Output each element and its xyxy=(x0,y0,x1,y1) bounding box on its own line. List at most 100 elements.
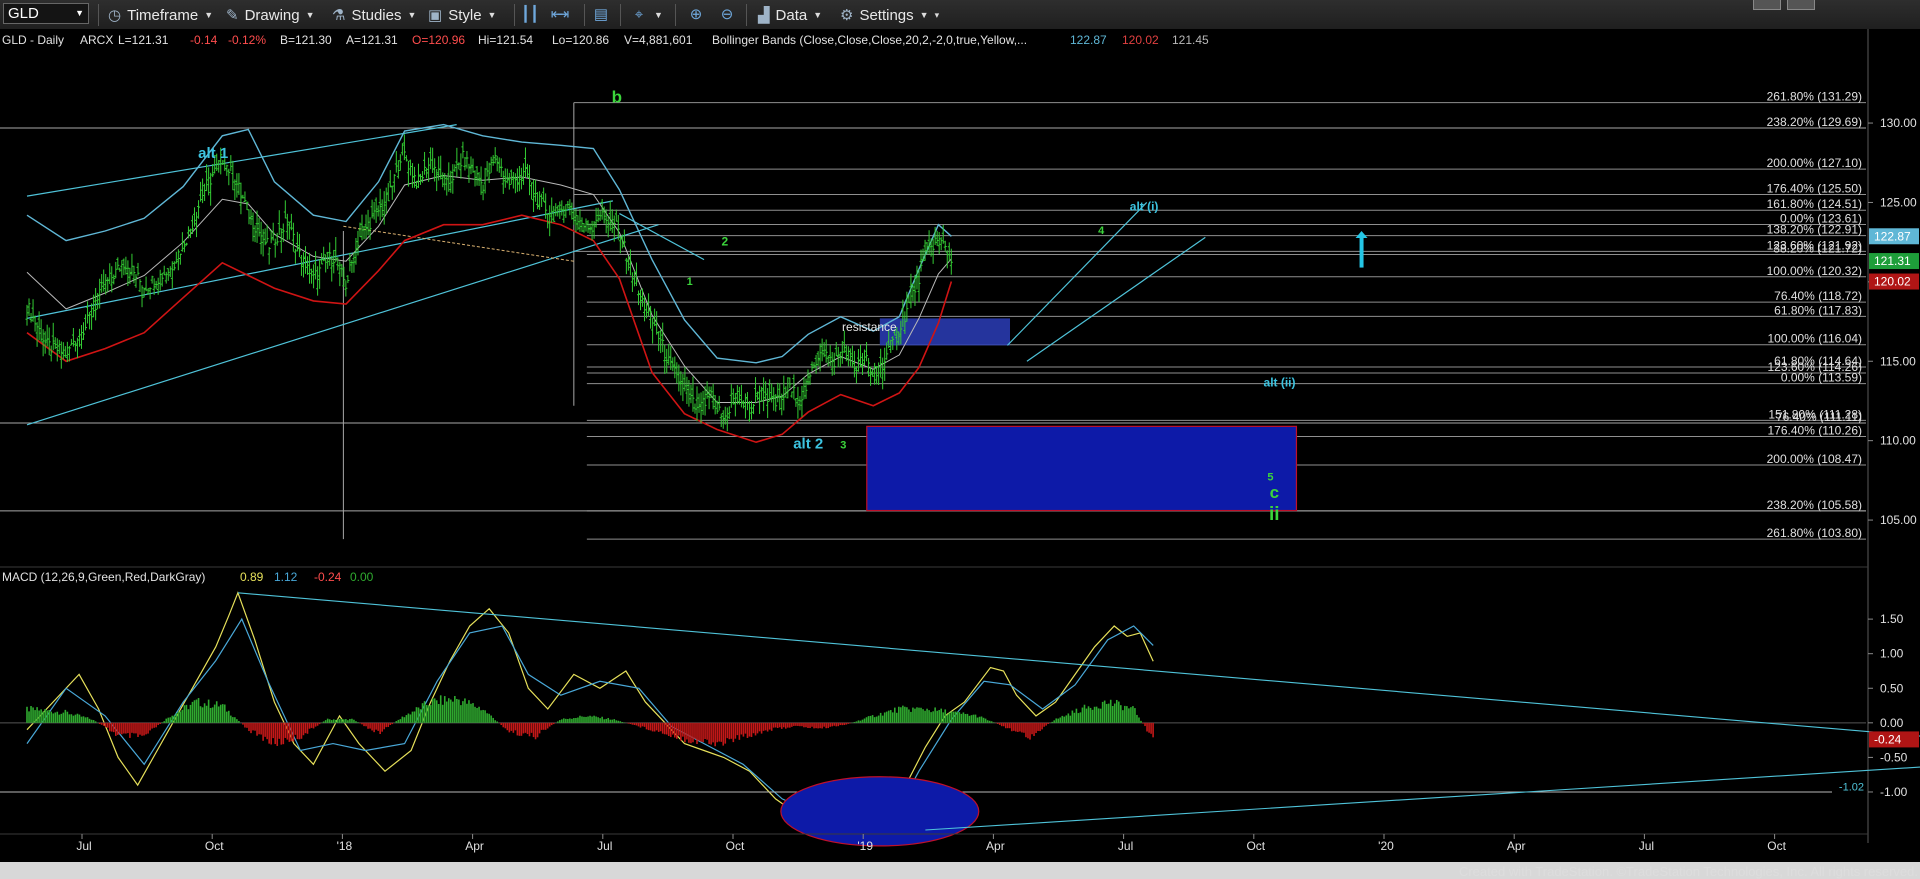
price-marker-label: 120.02 xyxy=(1874,275,1911,289)
fib-level-label: 261.80% (103.80) xyxy=(1767,526,1862,540)
pencil-icon: ✎ xyxy=(226,7,239,24)
studies-menu[interactable]: ⚗ Studies ▼ xyxy=(332,5,416,25)
price-header-ask: A=121.31 xyxy=(346,33,398,47)
price-axis-label: 115.00 xyxy=(1880,354,1916,368)
price-header-open: O=120.96 xyxy=(412,33,465,47)
wave-label: ii xyxy=(1269,504,1280,525)
timeframe-label: Timeframe xyxy=(127,6,199,24)
cursor-icon[interactable]: ⌖ xyxy=(628,5,650,25)
zoom-out-icon[interactable]: ⊖ xyxy=(716,5,738,25)
wave-label: c xyxy=(1270,483,1279,502)
chevron-down-icon: ▼ xyxy=(919,10,929,20)
time-axis-label: '19 xyxy=(857,839,873,853)
fib-level-label: 238.20% (129.69) xyxy=(1767,115,1862,129)
macd-value: 0.89 xyxy=(240,570,264,584)
restore-button[interactable] xyxy=(1787,0,1815,10)
trendline-end-label: -1.02 xyxy=(1839,782,1864,794)
chevron-down-icon: ▼ xyxy=(654,10,663,20)
time-axis-label: Jul xyxy=(76,839,91,853)
price-marker-label: 121.31 xyxy=(1874,254,1911,268)
fib-level-label: 76.40% (118.72) xyxy=(1774,289,1862,303)
wave-label: 1 xyxy=(687,276,693,288)
toolbar-divider xyxy=(98,4,99,26)
wave-label: b xyxy=(612,87,622,106)
price-header-bid: B=121.30 xyxy=(280,33,332,47)
fib-level-label: 38.20% (121.72) xyxy=(1773,242,1862,256)
toolbar: GLD ▼ ◷ Timeframe ▼ ✎ Drawing ▼ ⚗ Studie… xyxy=(0,0,1920,30)
settings-label: Settings xyxy=(859,6,914,24)
wave-label: 2 xyxy=(722,234,729,248)
chevron-down-icon: ▼ xyxy=(407,10,417,20)
macd-axis-label: 1.00 xyxy=(1880,647,1904,661)
fib-level-label: 200.00% (108.47) xyxy=(1767,452,1862,466)
macd-axis-label: 0.50 xyxy=(1880,681,1904,695)
time-axis-label: Apr xyxy=(1507,839,1526,853)
chevron-down-icon: ▼ xyxy=(487,10,497,20)
chevron-down-icon: ▼ xyxy=(204,10,214,20)
clock-icon: ◷ xyxy=(108,7,122,24)
toolbar-divider xyxy=(746,4,747,26)
macd-axis-label: 0.00 xyxy=(1880,716,1904,730)
wave-label: 3 xyxy=(840,440,846,452)
macd-low-ellipse xyxy=(780,776,980,847)
data-label: Data xyxy=(775,6,808,24)
drawing-menu[interactable]: ✎ Drawing ▼ xyxy=(226,5,315,25)
macd-zero-value: 0.00 xyxy=(350,570,374,584)
layout-icon[interactable]: ▤ xyxy=(590,5,612,25)
expand-icon[interactable]: ⇥ xyxy=(552,5,574,25)
fib-level-label: 0.00% (113.59) xyxy=(1781,371,1862,385)
studies-label: Studies xyxy=(351,6,402,24)
timeframe-menu[interactable]: ◷ Timeframe ▼ xyxy=(108,5,213,25)
time-axis-label: '18 xyxy=(337,839,353,853)
macd-axis-label: -0.50 xyxy=(1880,750,1908,764)
chevron-down-icon: ▾ xyxy=(934,9,940,20)
fib-level-label: 76.40% (111.11) xyxy=(1776,410,1862,424)
drawing-label: Drawing xyxy=(244,6,300,24)
cursor-menu[interactable]: ▼ xyxy=(648,5,663,25)
wave-label: alt 1 xyxy=(198,145,228,162)
macd-axis-label: -1.00 xyxy=(1880,785,1908,799)
symbol-value: GLD xyxy=(8,5,39,22)
price-header-change: -0.14 xyxy=(190,33,218,47)
fib-level-label: 176.40% (125.50) xyxy=(1767,182,1862,196)
wave-label: 5 xyxy=(1267,471,1273,483)
fib-level-label: 261.80% (131.29) xyxy=(1767,90,1862,104)
time-axis-label: Oct xyxy=(726,839,745,853)
bar-spacing-icon[interactable]: ┃┃ xyxy=(519,5,541,25)
data-menu[interactable]: ▟ Data ▼ xyxy=(758,5,822,25)
chart-area[interactable]: 261.80% (131.29) 238.20% (129.69) 200.00% … xyxy=(0,29,1920,862)
toolbar-divider xyxy=(584,4,585,26)
fib-level-label: 100.00% (116.04) xyxy=(1767,332,1862,346)
price-axis-label: 130.00 xyxy=(1880,116,1917,130)
macd-signal-value: 1.12 xyxy=(274,570,298,584)
price-header-exchange: ARCX xyxy=(80,33,113,47)
copyright-footer: Created with TradeStation. ©TradeStation… xyxy=(1458,864,1918,879)
wave-label: resistance xyxy=(842,320,897,334)
price-header-last: L=121.31 xyxy=(118,33,169,47)
minimize-button[interactable] xyxy=(1753,0,1781,10)
price-axis-label: 105.00 xyxy=(1880,513,1917,527)
price-axis-label: 110.00 xyxy=(1880,434,1916,448)
time-axis-label: Apr xyxy=(465,839,484,853)
wave-label: alt 2 xyxy=(793,436,823,453)
time-axis-label: Apr xyxy=(986,839,1005,853)
time-axis-label: Oct xyxy=(205,839,224,853)
zoom-in-icon[interactable]: ⊕ xyxy=(685,5,707,25)
fib-level-label: 61.80% (117.83) xyxy=(1774,303,1862,317)
price-axis-label: 125.00 xyxy=(1880,195,1917,209)
fib-level-label: 100.00% (120.32) xyxy=(1767,264,1862,278)
style-menu[interactable]: ▣ Style ▼ xyxy=(428,5,496,25)
time-axis-label: Jul xyxy=(1118,839,1133,853)
chevron-down-icon: ▼ xyxy=(813,10,823,20)
settings-menu[interactable]: ⚙ Settings ▼ ▾ xyxy=(840,5,939,25)
fib-level-label: 200.00% (127.10) xyxy=(1767,156,1862,170)
bb-upper-value: 122.87 xyxy=(1070,33,1107,47)
target-zone-box xyxy=(866,425,1298,512)
symbol-input[interactable]: GLD ▼ xyxy=(3,3,89,24)
chart-icon: ▟ xyxy=(758,7,770,24)
price-header-low: Lo=120.86 xyxy=(552,33,609,47)
time-axis-label: Oct xyxy=(1246,839,1265,853)
bb-mid-value: 121.45 xyxy=(1172,33,1209,47)
time-axis-label: Oct xyxy=(1767,839,1786,853)
toolbar-divider xyxy=(620,4,621,26)
